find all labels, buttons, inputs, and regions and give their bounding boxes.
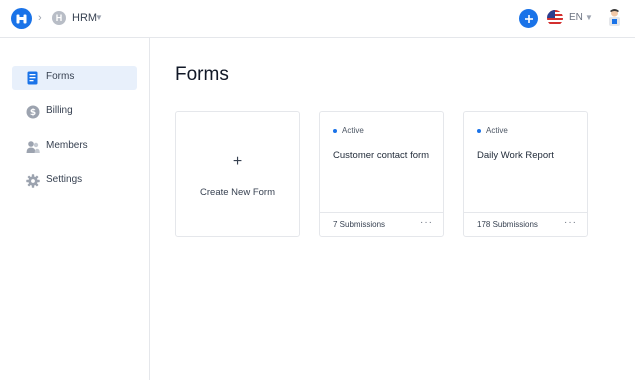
status-dot-icon [477,129,481,133]
add-button[interactable] [519,9,538,28]
chevron-right-icon: › [38,12,42,24]
plus-icon: + [232,153,243,170]
card-footer: 178 Submissions ··· [464,212,587,236]
page-title: Forms [175,64,229,85]
status-badge: Active [486,126,508,135]
status-dot-icon [333,129,337,133]
status-badge: Active [342,126,364,135]
create-form-card[interactable]: + Create New Form [175,111,300,237]
sidebar-item-billing[interactable]: $ Billing [12,100,137,124]
sidebar-item-label: Members [46,140,88,151]
form-card-daily-work-report[interactable]: Active Daily Work Report 178 Submissions… [463,111,588,237]
sidebar-item-label: Billing [46,105,73,116]
form-card-customer-contact[interactable]: Active Customer contact form 7 Submissio… [319,111,444,237]
members-icon [26,141,40,153]
us-flag-icon[interactable] [547,10,563,26]
language-selector[interactable]: EN [569,12,583,23]
plus-icon [524,14,533,23]
top-bar: › H HRM ▼ EN ▼ [0,0,635,38]
form-name[interactable]: Customer contact form [333,150,429,161]
svg-text:$: $ [30,108,36,118]
user-avatar-icon[interactable] [606,8,623,28]
sidebar-item-members[interactable]: Members [12,135,137,159]
more-options-icon[interactable]: ··· [564,217,577,228]
create-form-label: Create New Form [200,187,275,198]
sidebar-item-forms[interactable]: Forms [12,66,137,90]
app-logo-icon[interactable] [11,8,32,29]
sidebar-item-label: Settings [46,174,83,185]
chevron-down-icon[interactable]: ▼ [95,13,103,22]
card-footer: 7 Submissions ··· [320,212,443,236]
submission-count[interactable]: 7 Submissions [333,220,385,229]
gear-icon [26,174,40,188]
submission-count[interactable]: 178 Submissions [477,220,538,229]
more-options-icon[interactable]: ··· [420,217,433,228]
sidebar: Forms $ Billing Members Settings [0,38,150,380]
workspace-avatar[interactable]: H [52,11,66,25]
workspace-name[interactable]: HRM [72,12,97,24]
dollar-icon: $ [26,105,40,119]
form-name[interactable]: Daily Work Report [477,150,554,161]
forms-icon [27,71,38,85]
sidebar-item-settings[interactable]: Settings [12,169,137,193]
sidebar-item-label: Forms [46,71,75,82]
chevron-down-icon[interactable]: ▼ [585,13,593,22]
